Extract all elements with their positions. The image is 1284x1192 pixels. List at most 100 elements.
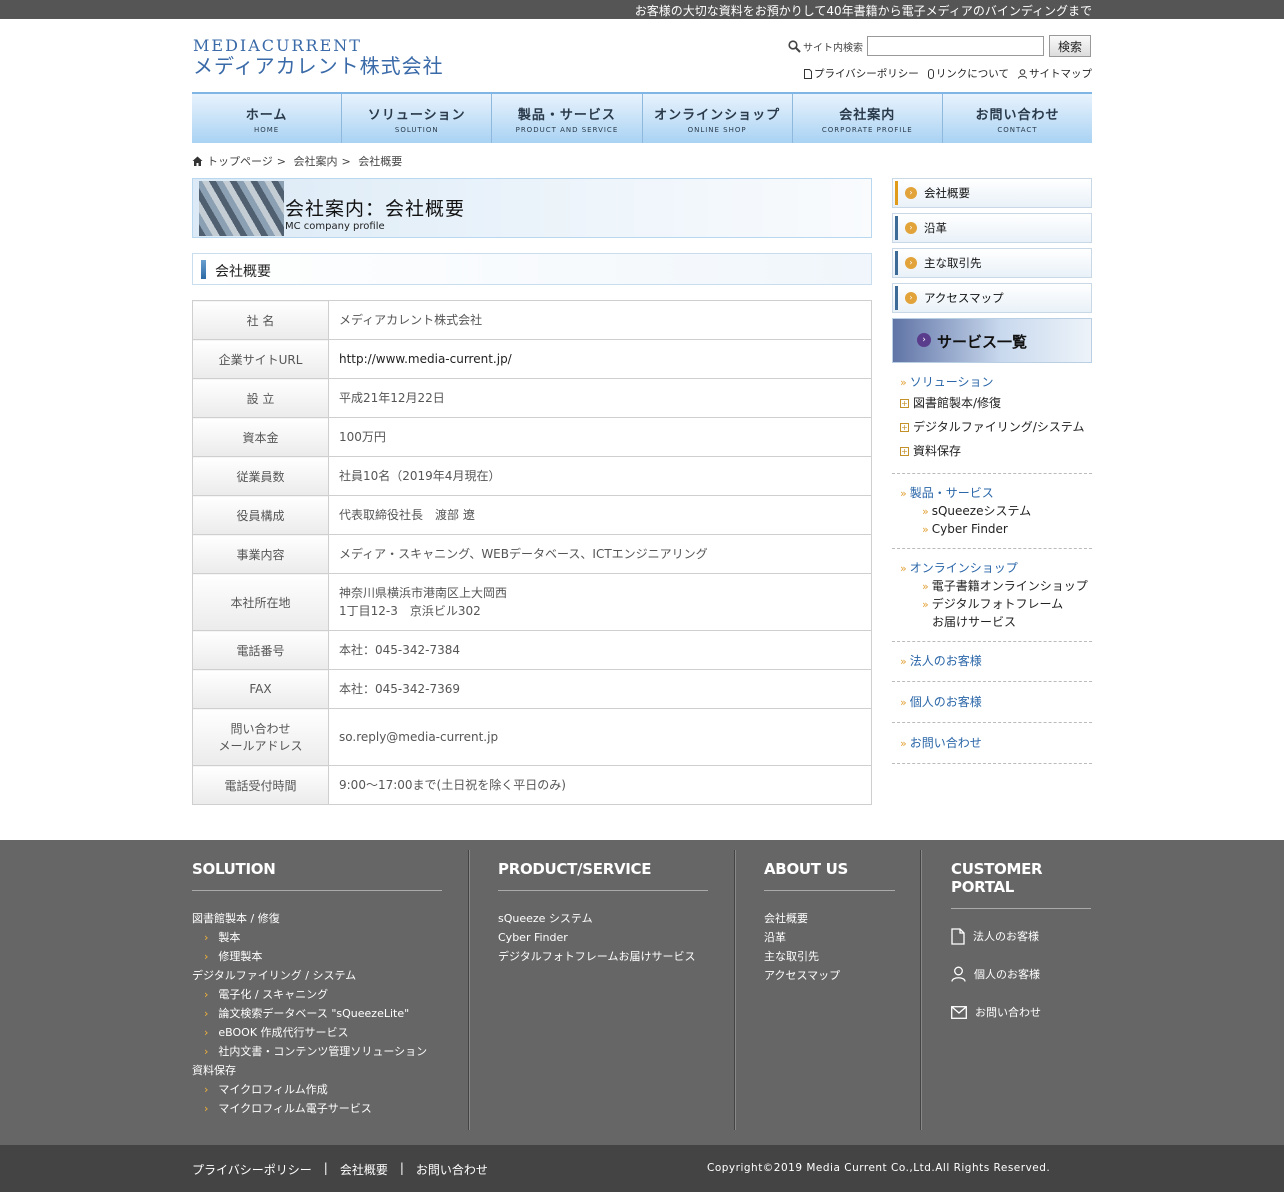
table-row: 企業サイトURL http://www.media-current.jp/ (192, 339, 872, 379)
sidebar-item-access[interactable]: › アクセスマップ (892, 283, 1092, 313)
footer-link[interactable]: › 修理製本 (192, 947, 442, 966)
arrow-circle-icon: › (905, 187, 917, 199)
service-item[interactable]: » sQueezeシステム (892, 502, 1092, 520)
page-subtitle: MC company profile (285, 221, 385, 232)
search-button[interactable]: 検索 (1049, 35, 1091, 57)
double-chevron-icon: » (922, 580, 929, 593)
service-item[interactable]: » 電子書籍オンラインショップ (892, 577, 1092, 595)
chevron-right-icon: › (204, 1102, 209, 1115)
nav-shop[interactable]: オンラインショップ ONLINE SHOP (643, 94, 793, 143)
page-title: 会社案内：会社概要 (285, 198, 466, 220)
service-item[interactable]: » デジタルフォトフレーム (892, 595, 1092, 613)
footer-link[interactable]: アクセスマップ (764, 966, 895, 985)
breadcrumb-current: 会社概要 (358, 155, 403, 168)
company-profile-table: 社 名メディアカレント株式会社 企業サイトURL http://www.media… (192, 300, 872, 805)
nav-home[interactable]: ホーム HOME (192, 94, 343, 143)
logo-jp: メディアカレント株式会社 (193, 54, 444, 78)
individual-customers-link[interactable]: » 個人のお客様 (892, 693, 1092, 711)
search-icon (788, 39, 801, 53)
footer-link[interactable]: 図書館製本 / 修復 (192, 909, 442, 928)
document-icon (804, 68, 813, 79)
sitemap-link[interactable]: サイトマップ (1018, 66, 1092, 81)
search-label: サイト内検索 (788, 39, 863, 54)
chevron-right-icon: › (917, 333, 931, 347)
portal-corporate-link[interactable]: 法人のお客様 (951, 917, 1091, 955)
copyright: Copyright©2019 Media Current Co.,Ltd.All… (707, 1162, 1051, 1174)
breadcrumb-company[interactable]: 会社案内 (294, 153, 338, 169)
corporate-customers-link[interactable]: » 法人のお客様 (892, 652, 1092, 670)
footer-about: ABOUT US 会社概要 沿革 主な取引先 アクセスマップ (764, 840, 895, 985)
footer-link[interactable]: sQueeze システム (498, 909, 708, 928)
nav-contact[interactable]: お問い合わせ CONTACT (943, 94, 1092, 143)
service-list: » ソリューション + 図書館製本/修復 + デジタルファイリング/システム + 資料保… (892, 373, 1092, 764)
portal-contact-link[interactable]: お問い合わせ (951, 993, 1091, 1031)
footer-link[interactable]: 資料保存 (192, 1061, 442, 1080)
nav-company[interactable]: 会社案内 CORPORATE PROFILE (793, 94, 943, 143)
footer-link[interactable]: › 論文検索データベース "sQueezeLite" (192, 1004, 442, 1023)
banner-photo (199, 181, 284, 236)
service-solution-link[interactable]: » ソリューション (892, 373, 1092, 391)
footer-link[interactable]: 主な取引先 (764, 947, 895, 966)
chevron-right-icon: › (204, 1045, 209, 1058)
table-row: 設 立平成21年12月22日 (192, 378, 872, 418)
mail-icon (951, 1005, 967, 1019)
chevron-right-icon: › (204, 988, 209, 1001)
portal-individual-link[interactable]: 個人のお客様 (951, 955, 1091, 993)
footer-link[interactable]: › 製本 (192, 928, 442, 947)
service-item[interactable]: + 資料保存 (892, 439, 1092, 463)
person-icon (1018, 68, 1027, 79)
service-item[interactable]: + デジタルファイリング/システム (892, 415, 1092, 439)
service-product-link[interactable]: » 製品・サービス (892, 484, 1092, 502)
person-icon (951, 966, 966, 982)
chevron-right-icon: › (204, 1083, 209, 1096)
service-shop-link[interactable]: » オンラインショップ (892, 559, 1092, 577)
link-policy-link[interactable]: リンクについて (927, 66, 1009, 81)
nav-solution[interactable]: ソリューション SOLUTION (342, 94, 493, 143)
footer-link[interactable]: › eBOOK 作成代行サービス (192, 1023, 442, 1042)
service-item[interactable]: » Cyber Finder (892, 520, 1092, 538)
bottom-privacy-link[interactable]: プライバシーポリシー (192, 1161, 312, 1178)
contact-link[interactable]: » お問い合わせ (892, 734, 1092, 752)
heading-bar (201, 260, 206, 279)
chevron-right-icon: › (204, 950, 209, 963)
bottom-company-link[interactable]: 会社概要 (340, 1161, 388, 1178)
top-bar: お客様の大切な資料をお預かりして40年書籍から電子メディアのバインディングまで (0, 0, 1284, 19)
privacy-link[interactable]: プライバシーポリシー (804, 66, 919, 81)
global-nav: ホーム HOME ソリューション SOLUTION 製品・サービス PRODUCT A… (192, 92, 1092, 143)
table-row: 本社所在地 神奈川県横浜市港南区上大岡西 1丁目12-3 京浜ビル302 (192, 573, 872, 631)
footer-link[interactable]: Cyber Finder (498, 928, 708, 947)
company-url-link[interactable]: http://www.media-current.jp/ (328, 339, 872, 379)
plus-icon: + (900, 447, 909, 456)
double-chevron-icon: » (900, 562, 907, 575)
footer-link[interactable]: デジタルファイリング / システム (192, 966, 442, 985)
footer-link[interactable]: 沿革 (764, 928, 895, 947)
service-item[interactable]: + 図書館製本/修復 (892, 391, 1092, 415)
footer-portal: CUSTOMER PORTAL 法人のお客様 個人のお客様 お問い合わせ (951, 840, 1091, 1031)
footer-link[interactable]: › マイクロフィルム電子サービス (192, 1099, 442, 1118)
nav-product[interactable]: 製品・サービス PRODUCT AND SERVICE (492, 94, 643, 143)
table-row: 電話受付時間 9:00～17:00まで(土日祝を除く平日のみ) (192, 765, 872, 805)
bottom-contact-link[interactable]: お問い合わせ (416, 1161, 488, 1178)
chevron-right-icon: › (204, 1026, 209, 1039)
section-heading: 会社概要 (192, 253, 872, 285)
sidebar-item-clients[interactable]: › 主な取引先 (892, 248, 1092, 278)
double-chevron-icon: » (900, 737, 907, 750)
service-item-cont[interactable]: お届けサービス (892, 613, 1092, 631)
breadcrumb-top[interactable]: トップページ (207, 153, 273, 169)
footer-link[interactable]: デジタルフォトフレームお届けサービス (498, 947, 708, 966)
double-chevron-icon: » (900, 696, 907, 709)
breadcrumb: トップページ > 会社案内 > 会社概要 (192, 153, 402, 169)
footer-link[interactable]: › マイクロフィルム作成 (192, 1080, 442, 1099)
site-logo[interactable]: MEDIACURRENT メディアカレント株式会社 (193, 38, 444, 79)
table-row: FAX 本社：045-342-7369 (192, 669, 872, 709)
sidebar-item-history[interactable]: › 沿革 (892, 213, 1092, 243)
footer-link[interactable]: 会社概要 (764, 909, 895, 928)
footer-product: PRODUCT/SERVICE sQueeze システム Cyber Finde… (498, 840, 708, 966)
sidebar-item-overview[interactable]: › 会社概要 (892, 178, 1092, 208)
footer-link[interactable]: › 電子化 / スキャニング (192, 985, 442, 1004)
home-icon (192, 156, 203, 166)
search-input[interactable] (867, 36, 1044, 56)
double-chevron-icon: » (922, 505, 929, 518)
footer-link[interactable]: › 社内文書・コンテンツ管理ソリューション (192, 1042, 442, 1061)
chevron-right-icon: › (204, 1007, 209, 1020)
